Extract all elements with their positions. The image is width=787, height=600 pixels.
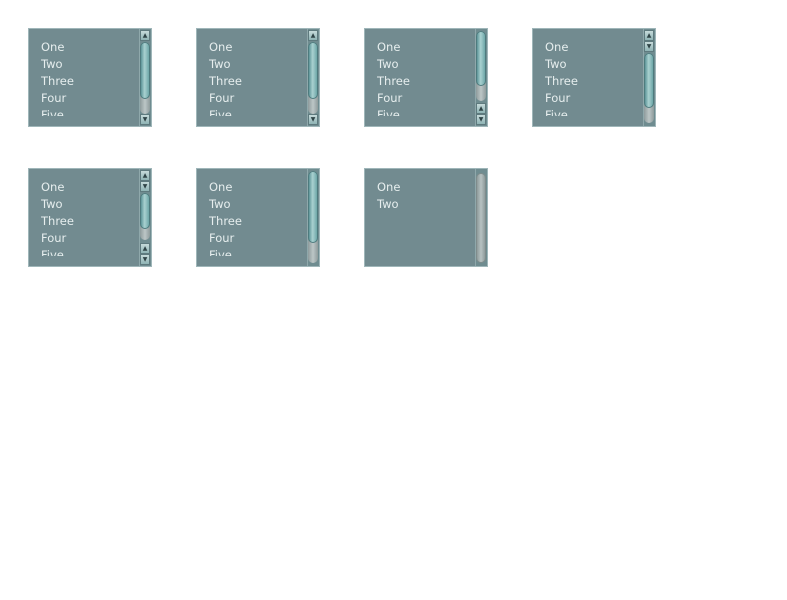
- scrollbar-thumb-disabled: [476, 173, 486, 263]
- scrollbar[interactable]: ▲ ▼ ▲ ▼: [139, 169, 151, 266]
- list-item[interactable]: Three: [209, 73, 305, 90]
- list-item[interactable]: Two: [41, 196, 137, 213]
- scrollbar[interactable]: [307, 169, 319, 266]
- list-item[interactable]: Five: [209, 247, 305, 256]
- list-item[interactable]: Two: [377, 196, 473, 213]
- list-item[interactable]: One: [209, 39, 305, 56]
- list-item[interactable]: One: [377, 179, 473, 196]
- list-item[interactable]: Five: [377, 107, 473, 116]
- list-item[interactable]: Two: [209, 196, 305, 213]
- scroll-up-arrow-icon[interactable]: ▲: [140, 243, 150, 254]
- scroll-up-arrow-icon[interactable]: ▲: [308, 30, 318, 41]
- list-item[interactable]: Four: [41, 230, 137, 247]
- scroll-up-arrow-icon[interactable]: ▲: [644, 30, 654, 41]
- scroll-up-arrow-icon[interactable]: ▲: [140, 30, 150, 41]
- listbox-7[interactable]: One Two: [364, 168, 488, 267]
- list-item[interactable]: Four: [545, 90, 641, 107]
- list-item[interactable]: Four: [209, 230, 305, 247]
- scrollbar[interactable]: ▲ ▼: [307, 29, 319, 126]
- listbox-items: One Two Three Four Five: [41, 179, 137, 256]
- scroll-down-arrow-icon[interactable]: ▼: [476, 114, 486, 125]
- listbox-items: One Two Three Four Five: [209, 39, 305, 116]
- list-item[interactable]: Three: [209, 213, 305, 230]
- list-item[interactable]: Two: [377, 56, 473, 73]
- list-item[interactable]: Five: [41, 107, 137, 116]
- scrollbar-thumb[interactable]: [476, 31, 486, 86]
- listbox-items: One Two Three Four Five: [41, 39, 137, 116]
- scrollbar-thumb[interactable]: [140, 42, 150, 99]
- list-item[interactable]: One: [545, 39, 641, 56]
- scrollbar[interactable]: ▲ ▼: [643, 29, 655, 126]
- listbox-items: One Two Three Four Five: [545, 39, 641, 116]
- scroll-down-arrow-icon[interactable]: ▼: [140, 181, 150, 192]
- listbox-5[interactable]: One Two Three Four Five ▲ ▼ ▲ ▼: [28, 168, 152, 267]
- list-item[interactable]: Three: [41, 213, 137, 230]
- scrollbar[interactable]: ▲ ▼: [139, 29, 151, 126]
- list-item[interactable]: Four: [41, 90, 137, 107]
- scroll-down-arrow-icon[interactable]: ▼: [308, 114, 318, 125]
- list-item[interactable]: Three: [41, 73, 137, 90]
- list-item[interactable]: Three: [545, 73, 641, 90]
- list-item[interactable]: One: [41, 179, 137, 196]
- scrollbar-thumb[interactable]: [644, 53, 654, 108]
- list-item[interactable]: Five: [545, 107, 641, 116]
- scrollbar-thumb[interactable]: [308, 42, 318, 99]
- scrollbar-thumb[interactable]: [308, 171, 318, 243]
- list-item[interactable]: Two: [209, 56, 305, 73]
- scrollbar-thumb[interactable]: [140, 193, 150, 229]
- scroll-up-arrow-icon[interactable]: ▲: [140, 170, 150, 181]
- list-item[interactable]: One: [41, 39, 137, 56]
- listbox-4[interactable]: One Two Three Four Five ▲ ▼: [532, 28, 656, 127]
- scroll-up-arrow-icon[interactable]: ▲: [476, 103, 486, 114]
- listbox-2[interactable]: One Two Three Four Five ▲ ▼: [196, 28, 320, 127]
- list-item[interactable]: One: [377, 39, 473, 56]
- list-item[interactable]: One: [209, 179, 305, 196]
- list-item[interactable]: Five: [209, 107, 305, 116]
- list-item[interactable]: Two: [545, 56, 641, 73]
- scrollbar: [475, 169, 487, 266]
- list-item[interactable]: Four: [209, 90, 305, 107]
- scroll-down-arrow-icon[interactable]: ▼: [140, 114, 150, 125]
- listbox-items: One Two Three Four Five: [209, 179, 305, 256]
- list-item[interactable]: Three: [377, 73, 473, 90]
- listbox-items: One Two Three Four Five: [377, 39, 473, 116]
- listbox-3[interactable]: One Two Three Four Five ▲ ▼: [364, 28, 488, 127]
- list-item[interactable]: Five: [41, 247, 137, 256]
- listbox-items: One Two: [377, 179, 473, 256]
- list-item[interactable]: Four: [377, 90, 473, 107]
- listbox-6[interactable]: One Two Three Four Five: [196, 168, 320, 267]
- listbox-1[interactable]: One Two Three Four Five ▲ ▼: [28, 28, 152, 127]
- list-item[interactable]: Two: [41, 56, 137, 73]
- scrollbar[interactable]: ▲ ▼: [475, 29, 487, 126]
- scroll-down-arrow-icon[interactable]: ▼: [140, 254, 150, 265]
- scroll-down-arrow-icon[interactable]: ▼: [644, 41, 654, 52]
